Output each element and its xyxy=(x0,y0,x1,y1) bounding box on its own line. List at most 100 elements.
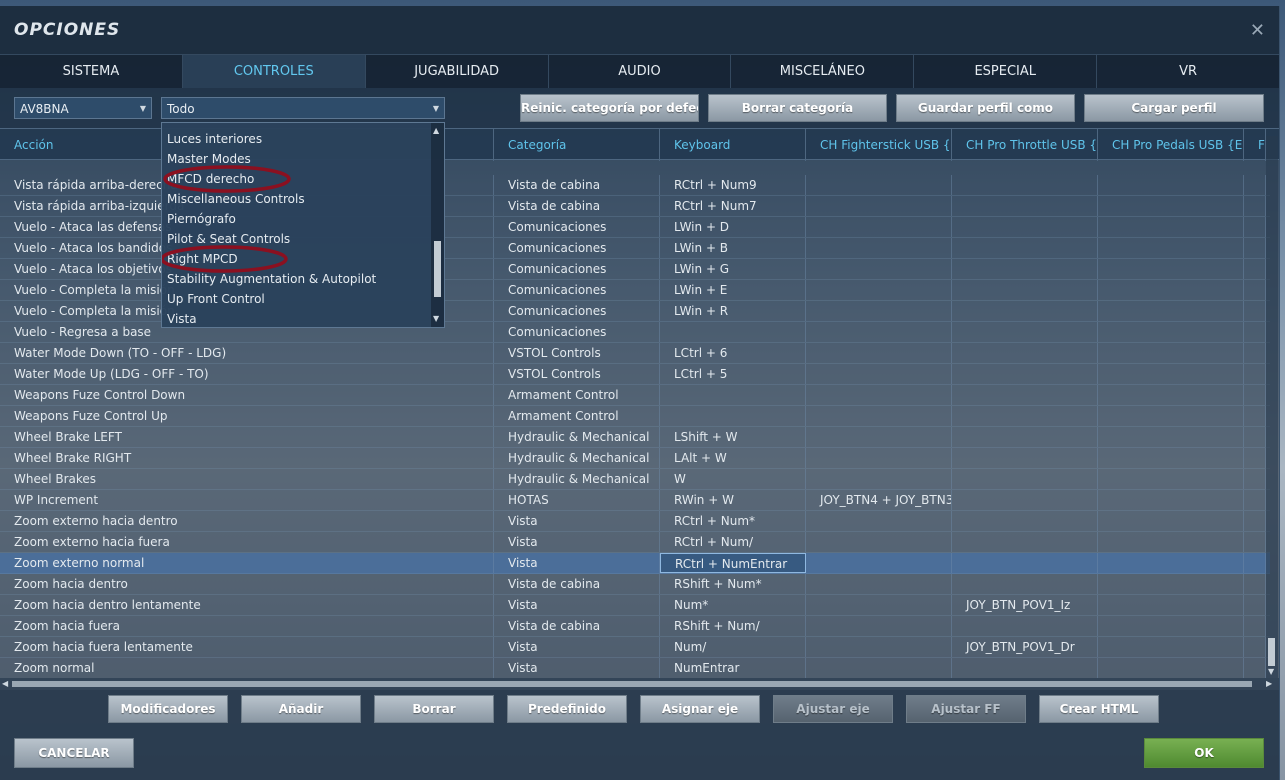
column-header-categoria[interactable]: Categoría xyxy=(494,129,660,161)
cell-throttle[interactable] xyxy=(952,427,1098,447)
table-row[interactable]: Zoom externo normal Vista RCtrl + NumEntra… xyxy=(0,553,1270,574)
cell-pedals[interactable] xyxy=(1098,322,1244,342)
cell-throttle[interactable] xyxy=(952,364,1098,384)
column-header-keyboard[interactable]: Keyboard xyxy=(660,129,806,161)
cell-category[interactable]: Armament Control xyxy=(494,385,660,405)
tab-jugabilidad[interactable]: JUGABILIDAD xyxy=(365,54,549,88)
table-row[interactable]: Zoom hacia fuera lentamente Vista Num/JOY_… xyxy=(0,637,1270,658)
cell-pedals[interactable] xyxy=(1098,406,1244,426)
cell-throttle[interactable] xyxy=(952,616,1098,636)
cell-throttle[interactable] xyxy=(952,406,1098,426)
cell-category[interactable]: Comunicaciones xyxy=(494,301,660,321)
dropdown-item[interactable]: Right MPCD xyxy=(162,249,432,269)
cell-pedals[interactable] xyxy=(1098,364,1244,384)
cell-f[interactable] xyxy=(1244,259,1266,279)
cell-keyboard[interactable]: LWin + G xyxy=(660,259,806,279)
cell-keyboard[interactable]: RCtrl + Num* xyxy=(660,511,806,531)
cell-fighterstick[interactable] xyxy=(806,532,952,552)
column-header-throttle[interactable]: CH Pro Throttle USB {3 xyxy=(952,129,1098,161)
cell-f[interactable] xyxy=(1244,343,1266,363)
cell-category[interactable]: Vista de cabina xyxy=(494,175,660,195)
cell-keyboard[interactable]: RCtrl + Num9 xyxy=(660,175,806,195)
cell-keyboard[interactable]: RCtrl + NumEntrar xyxy=(660,553,806,573)
cell-fighterstick[interactable] xyxy=(806,469,952,489)
cell-action[interactable]: WP Increment xyxy=(0,490,494,510)
cancel-button[interactable]: CANCELAR xyxy=(14,738,134,768)
cell-f[interactable] xyxy=(1244,553,1266,573)
table-row[interactable]: Wheel Brakes Hydraulic & Mechanical W xyxy=(0,469,1270,490)
cell-f[interactable] xyxy=(1244,175,1266,195)
cell-category[interactable]: Vista xyxy=(494,553,660,573)
cell-keyboard[interactable]: Num/ xyxy=(660,637,806,657)
create-html-button[interactable]: Crear HTML xyxy=(1039,695,1159,723)
table-row[interactable]: Water Mode Down (TO - OFF - LDG) VSTOL Co… xyxy=(0,343,1270,364)
cell-keyboard[interactable]: RShift + Num/ xyxy=(660,616,806,636)
cell-pedals[interactable] xyxy=(1098,385,1244,405)
aircraft-select[interactable]: AV8BNA ▼ xyxy=(14,97,152,119)
cell-fighterstick[interactable] xyxy=(806,259,952,279)
cell-f[interactable] xyxy=(1244,595,1266,615)
dropdown-item[interactable]: Piernógrafo xyxy=(162,209,432,229)
column-header-f[interactable]: F xyxy=(1244,129,1266,161)
adjust-axis-button[interactable]: Ajustar eje xyxy=(773,695,893,723)
close-icon[interactable]: ✕ xyxy=(1250,20,1265,41)
table-row[interactable]: WP Increment HOTAS RWin + W JOY_BTN4 + JOY_… xyxy=(0,490,1270,511)
tab-controles[interactable]: CONTROLES xyxy=(182,54,366,88)
cell-category[interactable]: Hydraulic & Mechanical xyxy=(494,448,660,468)
cell-f[interactable] xyxy=(1244,406,1266,426)
cell-keyboard[interactable]: RCtrl + Num7 xyxy=(660,196,806,216)
scroll-down-icon[interactable]: ▼ xyxy=(1268,666,1274,678)
cell-keyboard[interactable] xyxy=(660,406,806,426)
cell-fighterstick[interactable] xyxy=(806,448,952,468)
cell-fighterstick[interactable] xyxy=(806,427,952,447)
cell-keyboard[interactable]: LWin + E xyxy=(660,280,806,300)
table-row[interactable]: Zoom hacia dentro lentamente Vista Num* JOY… xyxy=(0,595,1270,616)
cell-throttle[interactable] xyxy=(952,259,1098,279)
scroll-left-icon[interactable]: ◀ xyxy=(2,678,8,690)
cell-pedals[interactable] xyxy=(1098,553,1244,573)
cell-f[interactable] xyxy=(1244,280,1266,300)
delete-button[interactable]: Borrar xyxy=(374,695,494,723)
table-row[interactable]: Weapons Fuze Control Down Armament Contro… xyxy=(0,385,1270,406)
cell-fighterstick[interactable] xyxy=(806,217,952,237)
cell-keyboard[interactable]: LCtrl + 5 xyxy=(660,364,806,384)
dropdown-item[interactable]: Vista xyxy=(162,309,432,329)
cell-throttle[interactable] xyxy=(952,490,1098,510)
cell-pedals[interactable] xyxy=(1098,511,1244,531)
cell-fighterstick[interactable] xyxy=(806,658,952,678)
column-header-pedals[interactable]: CH Pro Pedals USB {ED xyxy=(1098,129,1244,161)
cell-action[interactable]: Water Mode Up (LDG - OFF - TO) xyxy=(0,364,494,384)
cell-fighterstick[interactable] xyxy=(806,175,952,195)
cell-fighterstick[interactable]: JOY_BTN4 + JOY_BTN3 xyxy=(806,490,952,510)
cell-throttle[interactable] xyxy=(952,511,1098,531)
table-row[interactable]: Wheel Brake LEFT Hydraulic & Mechanical LS… xyxy=(0,427,1270,448)
cell-fighterstick[interactable] xyxy=(806,238,952,258)
cell-keyboard[interactable]: RWin + W xyxy=(660,490,806,510)
cell-pedals[interactable] xyxy=(1098,175,1244,195)
cell-fighterstick[interactable] xyxy=(806,385,952,405)
table-row[interactable]: Zoom normal Vista NumEntrar xyxy=(0,658,1270,678)
cell-category[interactable]: Comunicaciones xyxy=(494,322,660,342)
cell-keyboard[interactable]: LAlt + W xyxy=(660,448,806,468)
cell-f[interactable] xyxy=(1244,658,1266,678)
cell-keyboard[interactable] xyxy=(660,385,806,405)
adjust-ff-button[interactable]: Ajustar FF xyxy=(906,695,1026,723)
table-row[interactable]: Wheel Brake RIGHT Hydraulic & Mechanical L… xyxy=(0,448,1270,469)
cell-f[interactable] xyxy=(1244,448,1266,468)
cell-throttle[interactable]: JOY_BTN_POV1_Dr xyxy=(952,637,1098,657)
modifiers-button[interactable]: Modificadores xyxy=(108,695,228,723)
scroll-up-icon[interactable]: ▲ xyxy=(433,125,439,137)
cell-keyboard[interactable]: W xyxy=(660,469,806,489)
dropdown-item[interactable]: Stability Augmentation & Autopilot xyxy=(162,269,432,289)
cell-fighterstick[interactable] xyxy=(806,553,952,573)
table-row[interactable]: Zoom externo hacia dentro Vista RCtrl + Nu… xyxy=(0,511,1270,532)
cell-keyboard[interactable]: Num* xyxy=(660,595,806,615)
cell-category[interactable]: Vista xyxy=(494,511,660,531)
cell-f[interactable] xyxy=(1244,217,1266,237)
cell-pedals[interactable] xyxy=(1098,469,1244,489)
dropdown-scrollbar[interactable]: ▲ ▼ xyxy=(431,123,444,327)
cell-action[interactable]: Wheel Brake LEFT xyxy=(0,427,494,447)
table-horizontal-scrollbar[interactable]: ◀ ▶ xyxy=(0,678,1279,690)
tab-audio[interactable]: AUDIO xyxy=(548,54,732,88)
cell-f[interactable] xyxy=(1244,196,1266,216)
